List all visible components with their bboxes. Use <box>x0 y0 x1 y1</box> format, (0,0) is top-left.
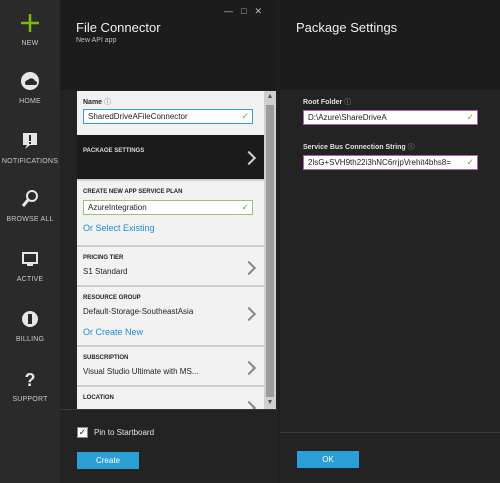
plan-input[interactable]: AzureIntegration ✓ <box>83 200 253 215</box>
browse-icon <box>21 190 38 207</box>
scrollbar-thumb[interactable] <box>266 105 274 397</box>
nav-support[interactable]: ? SUPPORT <box>0 368 60 403</box>
form-scrollbar[interactable]: ▲ ▼ <box>264 91 276 409</box>
nav-label-active: ACTIVE <box>16 276 44 283</box>
check-icon: ✓ <box>241 202 249 212</box>
plan-label: CREATE NEW APP SERVICE PLAN <box>83 189 183 195</box>
nav-new[interactable]: NEW <box>0 12 60 47</box>
nav-label-billing: BILLING <box>15 336 45 343</box>
rg-label: RESOURCE GROUP <box>83 295 141 301</box>
pin-checkbox[interactable]: ✓ <box>77 427 88 438</box>
create-new-link[interactable]: Or Create New <box>83 327 143 337</box>
resource-group-item[interactable]: RESOURCE GROUP Default-Storage-Southeast… <box>77 285 264 345</box>
blade-form: Name ⓘ SharedDriveAFileConnector ✓ PACKA… <box>77 91 264 409</box>
info-icon: ⓘ <box>407 144 415 151</box>
blade-header: Package Settings <box>280 0 500 90</box>
name-label: Name ⓘ <box>83 99 112 106</box>
tier-label: PRICING TIER <box>83 255 124 261</box>
subscription-value: Visual Studio Ultimate with MS... <box>83 367 199 376</box>
nav-label-support: SUPPORT <box>12 396 48 403</box>
info-icon: ⓘ <box>344 99 352 106</box>
footer-divider <box>280 432 500 433</box>
file-connector-blade: File Connector New API app —□✕ Name ⓘ Sh… <box>60 0 278 483</box>
service-bus-input[interactable]: 2lsG+SVH9th22i3hNC6rrjpVrehit4bhs8= ✓ <box>303 155 478 170</box>
check-icon: ✓ <box>466 157 474 167</box>
cloud-icon <box>21 72 39 90</box>
maximize-icon[interactable]: □ <box>241 6 254 16</box>
nav-label-browse: BROWSE ALL <box>6 216 54 223</box>
minimize-icon[interactable]: — <box>224 6 241 16</box>
select-existing-link[interactable]: Or Select Existing <box>83 223 155 233</box>
blade-title: Package Settings <box>296 20 398 35</box>
root-folder-input[interactable]: D:\Azure\ShareDriveA ✓ <box>303 110 478 125</box>
notification-icon <box>23 133 37 149</box>
location-item[interactable]: LOCATION <box>77 385 264 409</box>
blade-subtitle: New API app <box>76 37 117 44</box>
chevron-right-icon <box>241 260 257 276</box>
ok-button[interactable]: OK <box>297 451 359 468</box>
help-icon: ? <box>25 370 36 390</box>
tier-value: S1 Standard <box>83 267 128 276</box>
billing-icon <box>22 311 38 327</box>
blade-header: File Connector New API app —□✕ <box>60 0 278 90</box>
pricing-tier-item[interactable]: PRICING TIER S1 Standard <box>77 245 264 285</box>
package-settings-blade: Package Settings Root Folder ⓘ D:\Azure\… <box>280 0 500 483</box>
scroll-up-icon[interactable]: ▲ <box>266 93 274 101</box>
nav-browse[interactable]: BROWSE ALL <box>0 188 60 223</box>
window-controls: —□✕ <box>224 6 270 17</box>
info-icon: ⓘ <box>104 99 112 106</box>
pin-label: Pin to Startboard <box>94 428 155 437</box>
left-nav: NEW HOME NOTIFICATIONS BROWSE ALL ACTIVE… <box>0 0 60 483</box>
service-bus-label: Service Bus Connection String ⓘ <box>303 144 415 151</box>
subscription-label: SUBSCRIPTION <box>83 355 129 361</box>
blade-footer: ✓ Pin to Startboard Create <box>60 409 278 483</box>
create-button[interactable]: Create <box>77 452 139 469</box>
root-folder-label: Root Folder ⓘ <box>303 99 352 106</box>
package-settings-item[interactable]: PACKAGE SETTINGS <box>77 135 264 179</box>
close-icon[interactable]: ✕ <box>254 6 270 16</box>
blade-title: File Connector <box>76 20 161 35</box>
name-input[interactable]: SharedDriveAFileConnector ✓ <box>83 109 253 124</box>
app-service-plan-section: CREATE NEW APP SERVICE PLAN AzureIntegra… <box>77 179 264 245</box>
package-settings-label: PACKAGE SETTINGS <box>83 148 145 154</box>
plus-icon <box>21 14 39 32</box>
active-icon <box>22 252 38 266</box>
nav-label-notifications: NOTIFICATIONS <box>1 158 59 165</box>
chevron-right-icon <box>241 306 257 322</box>
nav-label-home: HOME <box>19 98 41 105</box>
nav-notifications[interactable]: NOTIFICATIONS <box>0 130 60 165</box>
svg-text:?: ? <box>25 370 36 390</box>
location-label: LOCATION <box>83 395 114 401</box>
scroll-down-icon[interactable]: ▼ <box>266 399 274 407</box>
nav-active[interactable]: ACTIVE <box>0 248 60 283</box>
nav-home[interactable]: HOME <box>0 70 60 105</box>
chevron-right-icon <box>241 400 257 409</box>
nav-billing[interactable]: BILLING <box>0 308 60 343</box>
subscription-item[interactable]: SUBSCRIPTION Visual Studio Ultimate with… <box>77 345 264 385</box>
chevron-right-icon <box>241 150 257 166</box>
nav-label-new: NEW <box>21 40 39 47</box>
check-icon: ✓ <box>466 112 474 122</box>
rg-value: Default-Storage-SoutheastAsia <box>83 307 194 316</box>
chevron-right-icon <box>241 360 257 376</box>
check-icon: ✓ <box>241 111 249 121</box>
